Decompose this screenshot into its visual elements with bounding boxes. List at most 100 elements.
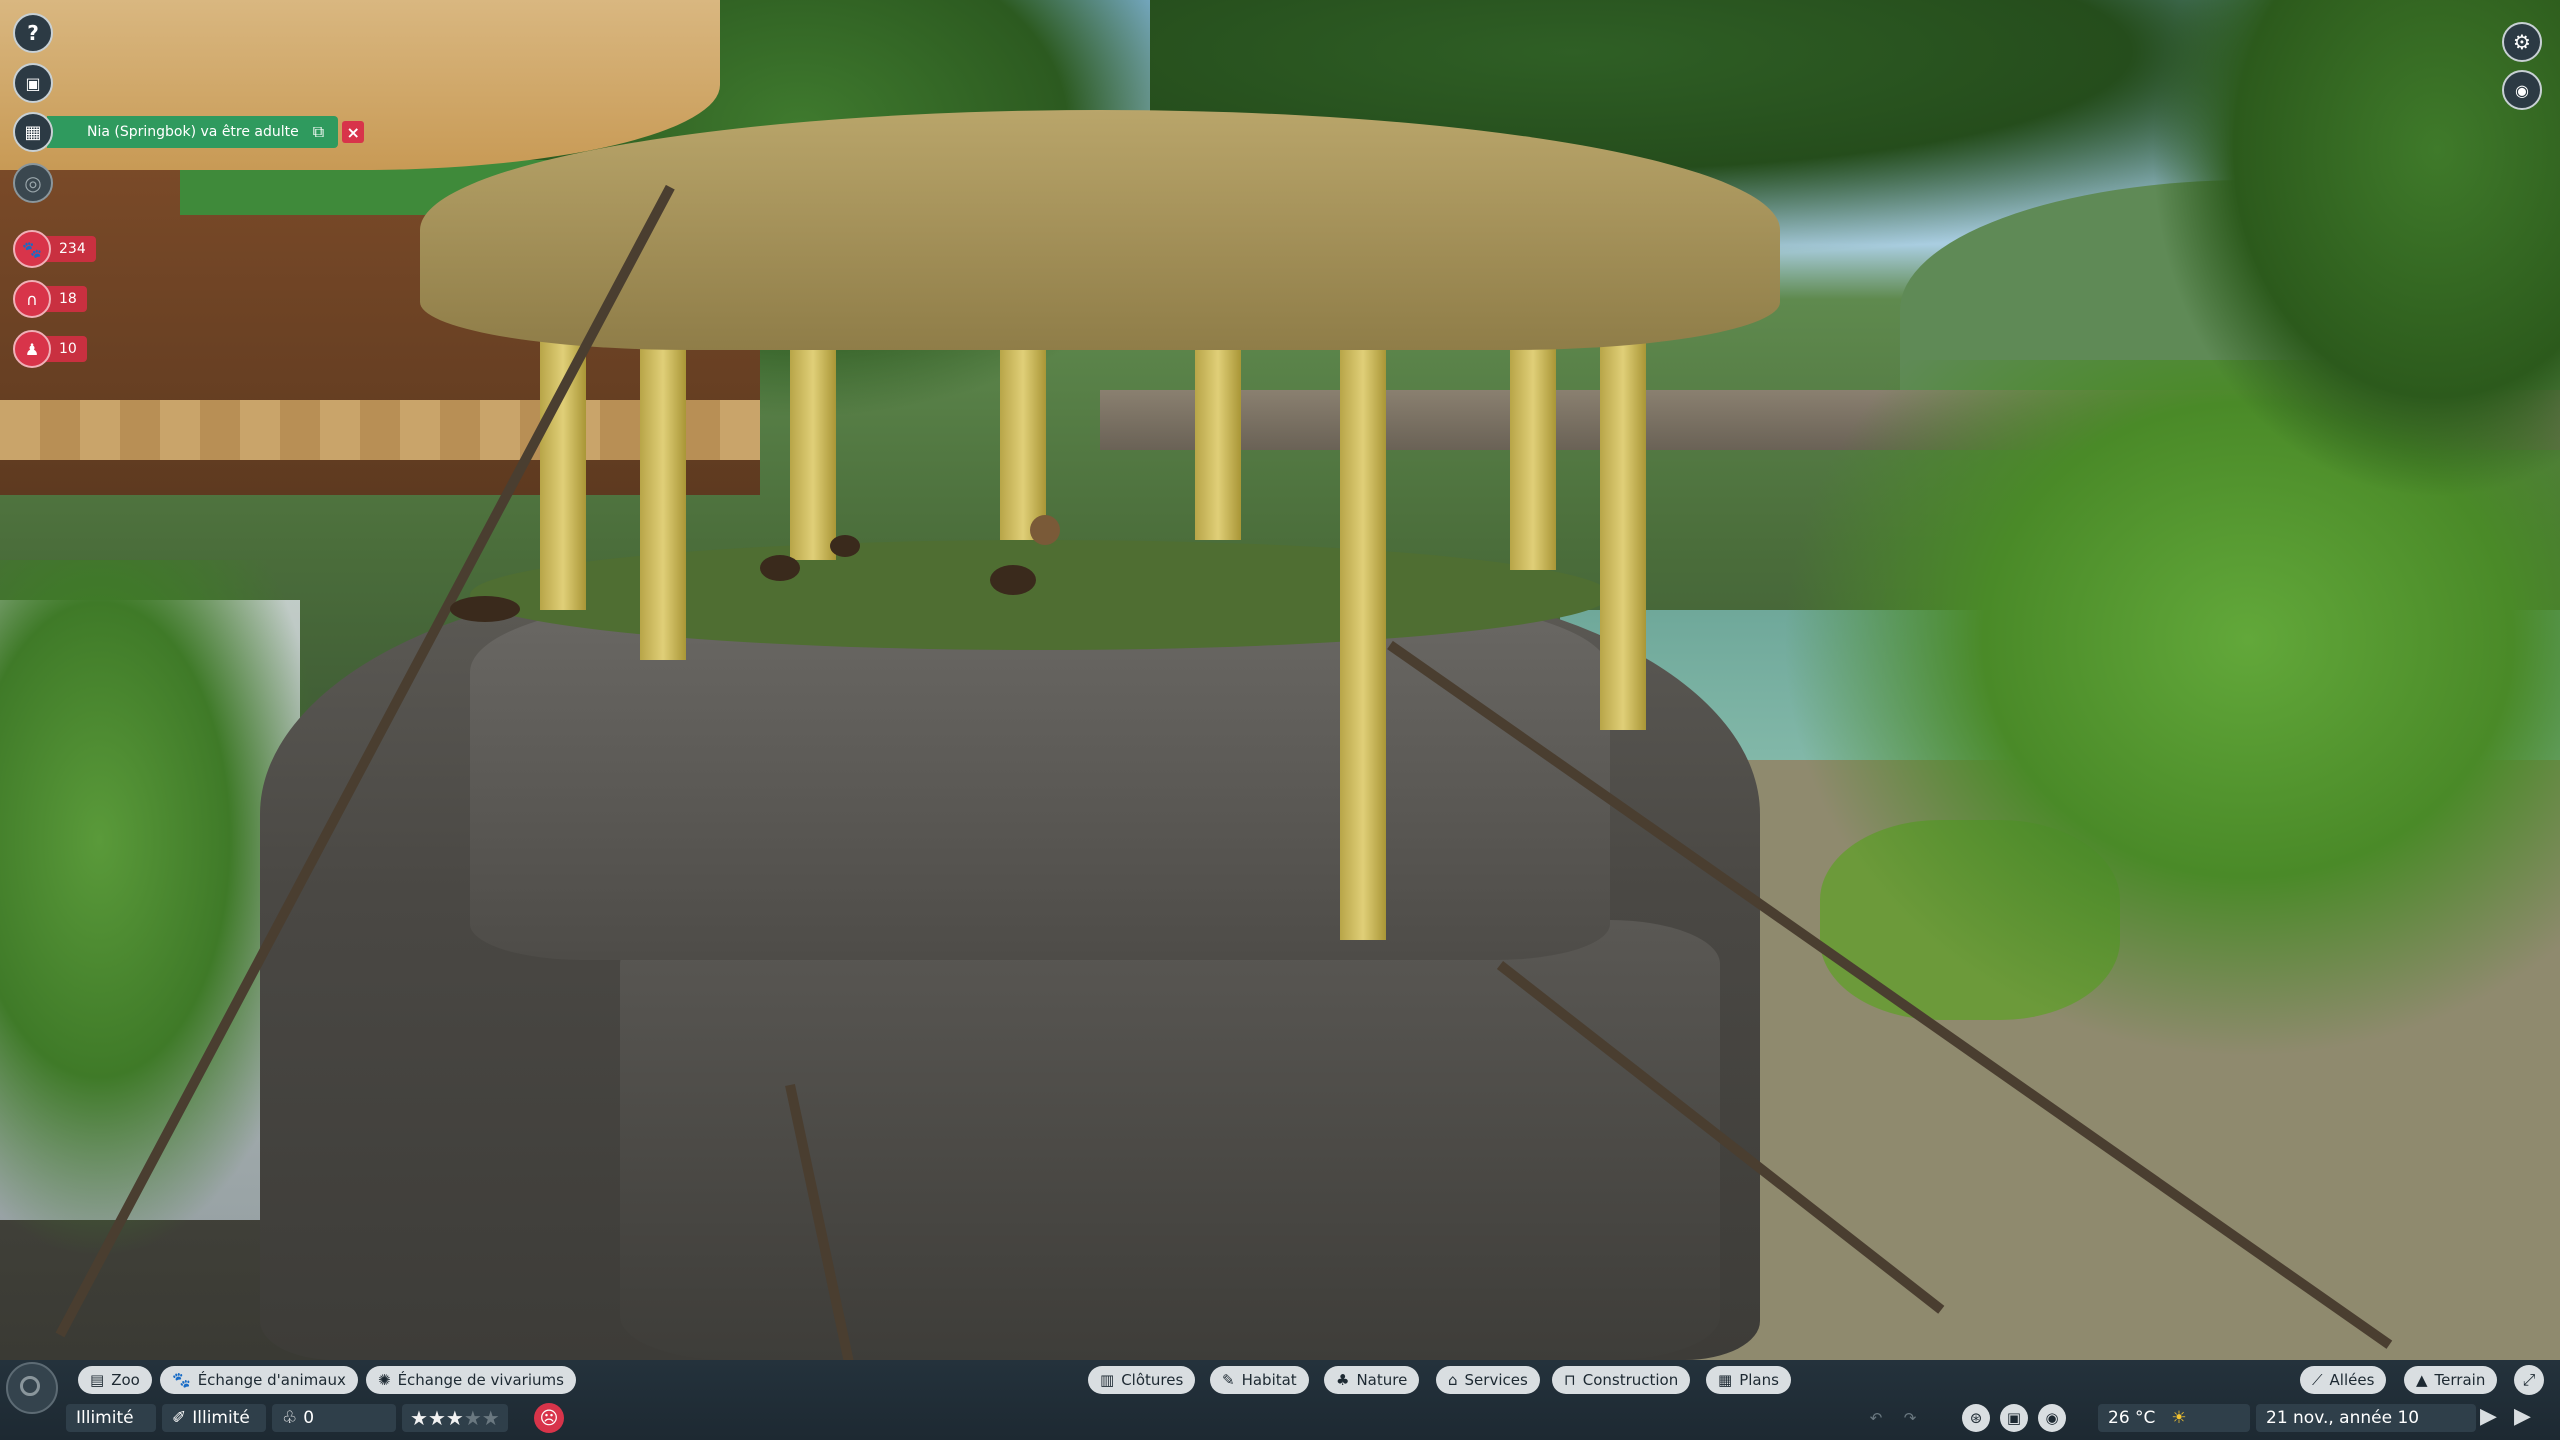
notification[interactable]: ▦ Nia (Springbok) va être adulte ⧉ × [13,112,365,152]
star-filled-icon: ★ [445,1406,464,1430]
play-button[interactable]: ▶ [2480,1404,2497,1429]
tab-paths[interactable]: ⟋ Allées [2300,1366,2387,1394]
sun-icon: ☀ [2171,1408,2187,1428]
thatched-roof [420,110,1780,350]
tab-animal-trade-label: Échange d'animaux [197,1371,346,1389]
play-icon: ▶ [2480,1404,2497,1429]
tab-services[interactable]: ⌂ Services [1436,1366,1540,1394]
tab-animal-trade[interactable]: 🐾 Échange d'animaux [160,1366,358,1394]
tab-vivarium-trade[interactable]: ✺ Échange de vivariums [366,1366,576,1394]
star-filled-icon: ★ [410,1406,428,1430]
temperature-value: 26 °C [2108,1408,2156,1428]
notification-bar[interactable]: Nia (Springbok) va être adulte ⧉ [47,116,339,148]
camera-button[interactable]: ◉ [2502,70,2542,110]
fence-icon: ▥ [1100,1371,1115,1389]
visibility-button[interactable]: ◉ [2038,1404,2066,1432]
tab-nature[interactable]: ♣ Nature [1324,1366,1420,1394]
tab-zoo-label: Zoo [111,1371,140,1389]
expand-button[interactable]: ⤢ [2514,1365,2544,1395]
expand-icon: ⤢ [2522,1370,2536,1389]
tab-zoo[interactable]: ▤ Zoo [78,1366,152,1394]
money-display[interactable]: Illimité [66,1404,156,1432]
undo-button[interactable]: ↶ [1862,1404,1890,1432]
help-icon: ? [27,21,39,45]
tab-construction[interactable]: ⊓ Construction [1552,1366,1691,1394]
settings-button[interactable]: ⚙ [2502,22,2542,62]
bamboo-pole [540,330,586,610]
redo-button[interactable]: ↷ [1896,1404,1924,1432]
animal-trade-icon: 🐾 [172,1371,191,1389]
close-icon[interactable]: × [342,121,365,143]
star-empty-icon: ★ [481,1406,500,1430]
bamboo-pole [1600,300,1646,730]
rock-lower [620,920,1720,1360]
research-icon: ✐ [172,1408,187,1428]
zoo-icon: ▤ [90,1371,105,1389]
habitat-icon: ✎ [1222,1371,1235,1389]
tab-services-label: Services [1464,1371,1528,1389]
redo-icon: ↷ [1903,1409,1917,1427]
tab-vivarium-trade-label: Échange de vivariums [397,1371,564,1389]
guest-happiness-button[interactable]: ☹ [534,1403,564,1433]
external-link-icon[interactable]: ⧉ [313,122,324,142]
tab-construction-label: Construction [1582,1371,1679,1389]
palm-tree [2150,0,2560,500]
paw-icon: 🐾 [13,230,51,268]
tab-nature-label: Nature [1356,1371,1408,1389]
tab-fences[interactable]: ▥ Clôtures [1088,1366,1196,1394]
target-icon: ◎ [24,171,42,195]
bamboo-pole [1510,340,1556,570]
services-icon: ⌂ [1448,1371,1458,1389]
conservation-display[interactable]: ♧ 0 [272,1404,396,1432]
lemur[interactable] [760,555,800,581]
nature-icon: ♣ [1336,1371,1350,1389]
bamboo-pole [1000,340,1046,540]
tab-habitat-label: Habitat [1241,1371,1297,1389]
undo-icon: ↶ [1869,1409,1883,1427]
bamboo-pole [1340,250,1386,940]
date-display[interactable]: 21 nov., année 10 [2256,1404,2476,1432]
tab-terrain[interactable]: ▲ Terrain [2404,1366,2498,1394]
status-row: Illimité ✐ Illimité ♧ 0 ★ ★ ★ ★ ★ ☹ ↶ ↷ … [0,1402,2560,1436]
tab-habitat[interactable]: ✎ Habitat [1210,1366,1309,1394]
heatmap-button[interactable]: ◎ [13,163,53,203]
staff-count[interactable]: ♟ 10 [13,330,87,368]
weather-display[interactable]: 26 °C ☀ [2098,1404,2250,1432]
tab-paths-label: Allées [2329,1371,2375,1389]
lemur[interactable] [450,596,520,622]
help-button[interactable]: ? [13,13,53,53]
tab-plans-label: Plans [1739,1371,1779,1389]
fast-forward-button[interactable]: ▶ [2514,1404,2531,1429]
lemur[interactable] [990,565,1036,595]
terrain-icon: ▲ [2416,1371,2428,1389]
conservation-value: 0 [303,1408,315,1428]
tab-fences-label: Clôtures [1121,1371,1184,1389]
overview-button[interactable]: ▣ [13,63,53,103]
eye-icon: ◉ [2045,1409,2059,1427]
lemur[interactable] [830,535,860,557]
bottom-menu-row: ▤ Zoo 🐾 Échange d'animaux ✺ Échange de v… [0,1364,2560,1398]
zoo-rating[interactable]: ★ ★ ★ ★ ★ [402,1404,508,1432]
research-value: Illimité [192,1408,250,1428]
wheel-icon: ⊛ [1969,1409,1983,1427]
animals-count[interactable]: 🐾 234 [13,230,96,268]
notification-text: Nia (Springbok) va être adulte [87,124,299,140]
lemur[interactable] [1030,515,1060,545]
gear-icon: ⚙ [2513,30,2531,54]
zoo-overview-icon: ▣ [25,73,41,93]
calendar-icon: ▦ [13,112,53,152]
conservation-icon: ♧ [282,1408,298,1428]
guest-icon: ∩ [13,280,51,318]
guests-count[interactable]: ∩ 18 [13,280,87,318]
camera-icon: ◉ [2515,80,2529,100]
tab-plans[interactable]: ▦ Plans [1706,1366,1791,1394]
staff-icon: ♟ [13,330,51,368]
screenshot-button[interactable]: ▣ [2000,1404,2028,1432]
sad-face-icon: ☹ [539,1407,559,1429]
bamboo-pole [790,340,836,560]
settings-quick-button[interactable]: ⊛ [1962,1404,1990,1432]
game-viewport[interactable] [0,0,2560,1360]
research-display[interactable]: ✐ Illimité [162,1404,266,1432]
star-empty-icon: ★ [463,1406,482,1430]
fast-forward-icon: ▶ [2514,1404,2531,1429]
